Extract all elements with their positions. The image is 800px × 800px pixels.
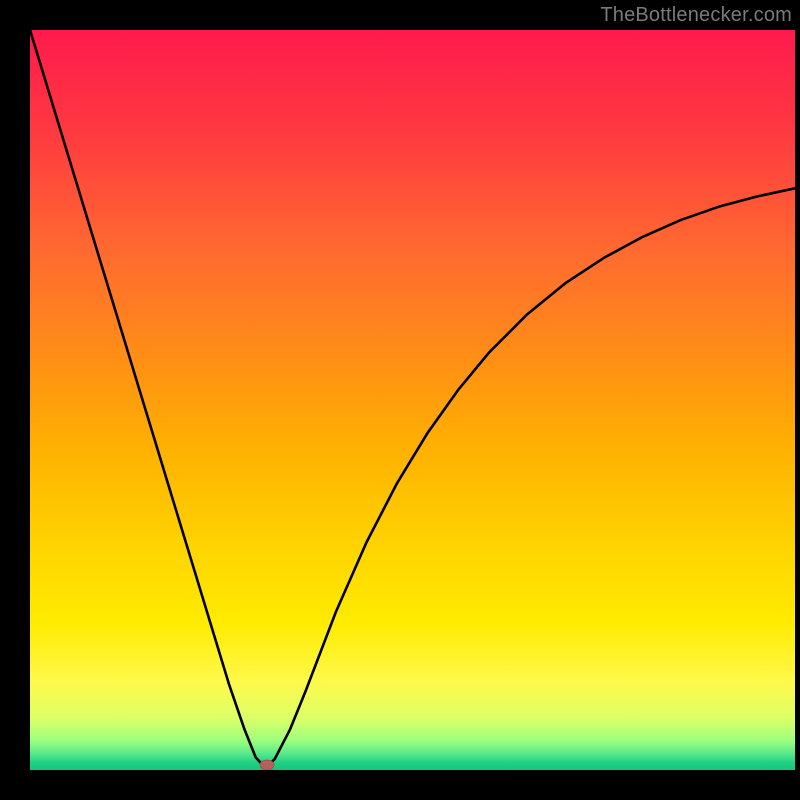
plot-area xyxy=(30,30,795,770)
chart-frame: TheBottlenecker.com xyxy=(0,0,800,800)
attribution-watermark: TheBottlenecker.com xyxy=(600,4,792,27)
curve-layer xyxy=(30,30,795,770)
bottleneck-curve xyxy=(30,30,795,766)
min-marker xyxy=(260,760,274,770)
